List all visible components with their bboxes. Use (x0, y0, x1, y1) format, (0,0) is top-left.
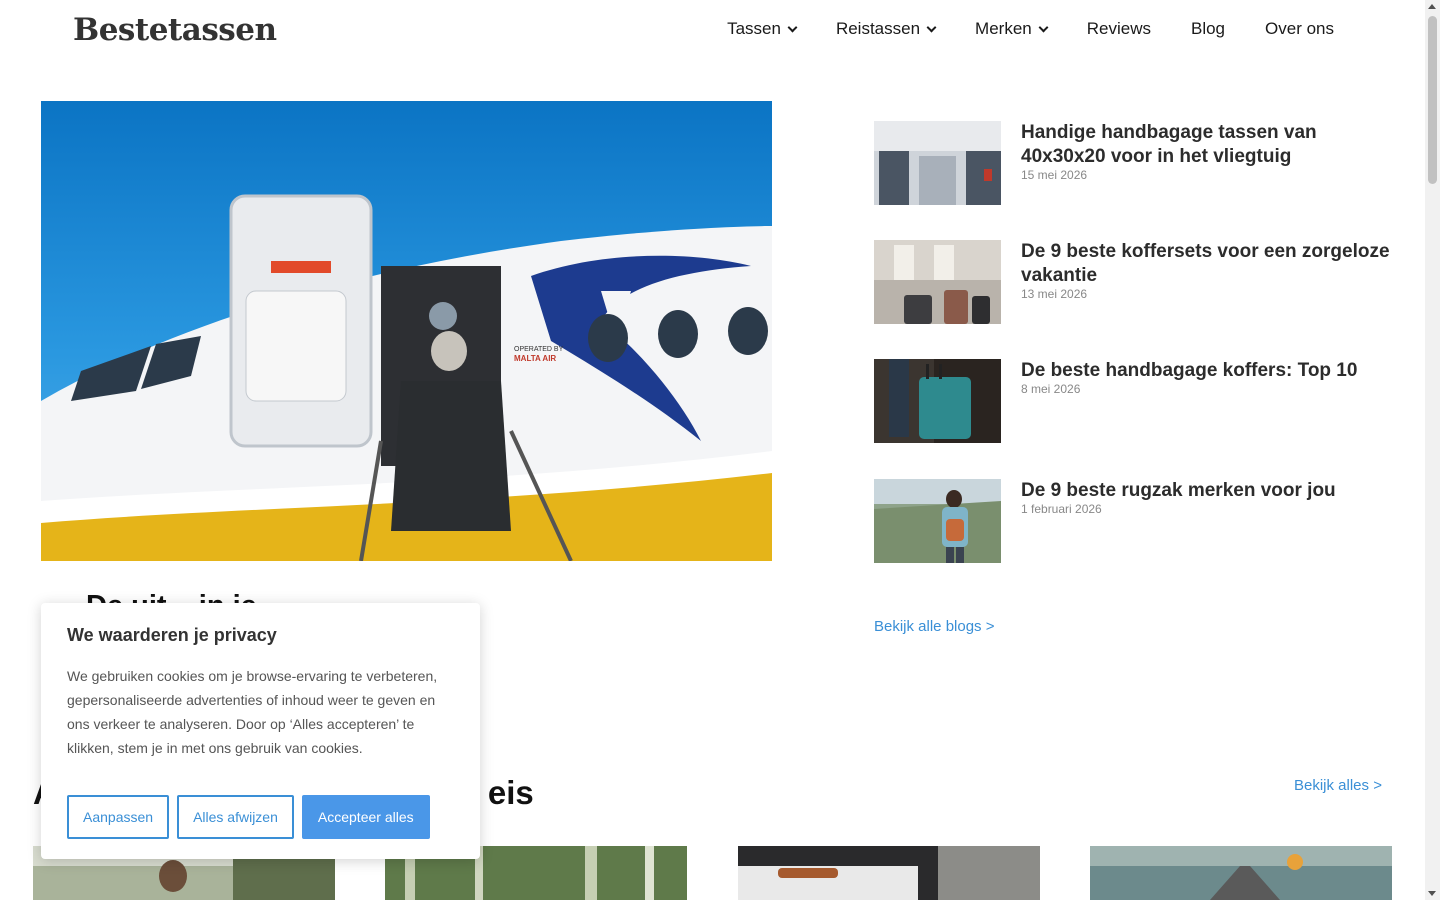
post-title[interactable]: De 9 beste rugzak merken voor jou (1021, 479, 1391, 503)
nav-item-reistassen[interactable]: Reistassen (835, 19, 937, 39)
chevron-down-icon (1038, 22, 1049, 32)
post-thumbnail[interactable] (874, 359, 1001, 443)
cookie-buttons: Aanpassen Alles afwijzen Accepteer alles (67, 795, 430, 839)
post-title[interactable]: Handige handbagage tassen van 40x30x20 v… (1021, 121, 1391, 169)
main-nav: Tassen Reistassen Merken Reviews Blog Ov… (727, 19, 1334, 39)
reject-all-button[interactable]: Alles afwijzen (177, 795, 294, 839)
nav-item-blog[interactable]: Blog (1191, 19, 1225, 39)
post-title[interactable]: De 9 beste koffersets voor een zorgeloze… (1021, 240, 1391, 288)
blog-post-item[interactable]: De beste handbagage koffers: Top 10 8 me… (874, 359, 1394, 444)
post-thumbnail[interactable] (874, 479, 1001, 563)
product-card-image[interactable] (1090, 846, 1392, 900)
nav-label: Reviews (1086, 19, 1151, 38)
nav-label: Reistassen (835, 19, 921, 38)
site-logo[interactable]: Bestetassen (73, 12, 277, 48)
post-date: 1 februari 2026 (1021, 502, 1102, 516)
page-scrollbar[interactable] (1425, 0, 1440, 900)
post-date: 8 mei 2026 (1021, 382, 1081, 396)
nav-label: Merken (975, 19, 1032, 38)
nav-label: Blog (1190, 19, 1226, 38)
post-date: 13 mei 2026 (1021, 287, 1088, 301)
hero-image[interactable]: OPERATED BY MALTA AIR (41, 101, 772, 561)
blog-post-item[interactable]: De 9 beste rugzak merken voor jou 1 febr… (874, 479, 1394, 564)
svg-text:OPERATED BY: OPERATED BY (514, 346, 564, 353)
scroll-down-icon[interactable] (1428, 891, 1436, 896)
svg-text:MALTA AIR: MALTA AIR (514, 354, 556, 363)
post-thumbnail[interactable] (874, 121, 1001, 205)
cookie-title: We waarderen je privacy (67, 625, 277, 645)
nav-label: Tassen (727, 19, 781, 38)
product-card-image[interactable] (738, 846, 1040, 900)
chevron-down-icon (787, 22, 798, 32)
chevron-down-icon (926, 22, 937, 32)
accept-all-button[interactable]: Accepteer alles (301, 795, 430, 839)
post-date: 15 mei 2026 (1021, 168, 1088, 182)
nav-item-merken[interactable]: Merken (975, 19, 1049, 39)
nav-item-over-ons[interactable]: Over ons (1265, 19, 1334, 39)
blog-post-item[interactable]: De 9 beste koffersets voor een zorgeloze… (874, 240, 1394, 325)
nav-label: Over ons (1265, 19, 1334, 38)
view-all-link[interactable]: Bekijk alles > (1294, 777, 1382, 794)
section-title-right: eis (487, 774, 534, 811)
nav-item-reviews[interactable]: Reviews (1087, 19, 1151, 39)
post-thumbnail[interactable] (874, 240, 1001, 324)
cookie-consent-dialog: We waarderen je privacy We gebruiken coo… (41, 603, 480, 859)
blog-post-item[interactable]: Handige handbagage tassen van 40x30x20 v… (874, 121, 1394, 206)
view-all-blogs-link[interactable]: Bekijk alle blogs > (874, 618, 994, 635)
customize-button[interactable]: Aanpassen (67, 795, 170, 839)
post-title[interactable]: De beste handbagage koffers: Top 10 (1021, 359, 1391, 383)
cookie-text: We gebruiken cookies om je browse-ervari… (67, 668, 438, 756)
scrollbar-thumb[interactable] (1428, 16, 1437, 184)
nav-item-tassen[interactable]: Tassen (727, 19, 798, 39)
scroll-up-icon[interactable] (1428, 4, 1436, 9)
